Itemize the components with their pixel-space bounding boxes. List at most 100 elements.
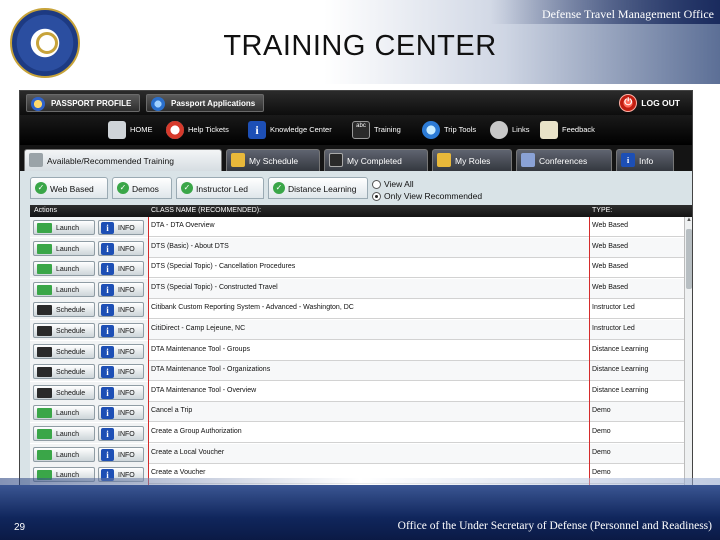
tab-available-training[interactable]: Available/Recommended Training [24,149,222,171]
scroll-up-icon[interactable]: ▲ [685,217,692,226]
class-name: DTS (Basic) - About DTS [151,242,229,250]
info-label: INFO [118,286,135,294]
info-button[interactable]: i INFO [98,281,144,297]
info-label: INFO [118,307,135,315]
class-name: Cancel a Trip [151,407,193,415]
nav-knowledge-center-label: Knowledge Center [270,125,332,134]
info-icon: i [101,366,114,379]
info-icon: i [248,121,266,139]
nav-training[interactable]: abc Training [352,119,401,141]
info-button[interactable]: i INFO [98,384,144,400]
tab-my-completed[interactable]: My Completed [324,149,428,171]
class-type: Web Based [592,242,629,250]
nav-home[interactable]: HOME [108,119,153,141]
tab-info[interactable]: i Info [616,149,674,171]
info-button[interactable]: i INFO [98,446,144,462]
info-icon: i [101,283,114,296]
info-button[interactable]: i INFO [98,220,144,235]
info-icon: i [101,428,114,440]
passport-profile-button[interactable]: PASSPORT PROFILE [26,94,141,112]
subtab-web-based[interactable]: ✓ Web Based [30,177,108,199]
nav-knowledge-center[interactable]: i Knowledge Center [248,119,332,141]
check-icon: ✓ [117,182,129,194]
info-button[interactable]: i INFO [98,426,144,441]
nav-links[interactable]: Links [490,119,530,141]
info-button[interactable]: i INFO [98,323,144,338]
col-class-name[interactable]: CLASS NAME (RECOMMENDED): [151,205,261,217]
info-button[interactable]: i INFO [98,261,144,277]
nav-trip-tools-label: Trip Tools [444,125,477,134]
subtab-demos[interactable]: ✓ Demos [112,177,172,199]
table-row: Schedule i INFO Citibank Custom Reporting S… [30,299,684,320]
top-bar: PASSPORT PROFILE Passport Applications ⏻… [20,91,692,115]
schedule-button[interactable]: Schedule [33,323,95,338]
tab-my-schedule[interactable]: My Schedule [226,149,320,171]
info-icon: i [101,242,114,255]
launch-button[interactable]: Launch [33,405,95,421]
chalkboard-icon [37,346,52,357]
subtab-instructor-led[interactable]: ✓ Instructor Led [176,177,264,199]
table-row: Launch i INFO Create a Group Authorization D… [30,423,684,443]
only-recommended-radio[interactable]: Only View Recommended [372,191,482,201]
launch-icon [37,429,52,439]
launch-button[interactable]: Launch [33,261,95,277]
info-icon: i [101,304,114,317]
tab-my-schedule-label: My Schedule [249,156,299,166]
check-icon: ✓ [181,182,193,194]
chalkboard-icon [37,367,52,378]
nav-training-label: Training [374,125,401,134]
info-icon: i [101,325,114,337]
info-button[interactable]: i INFO [98,405,144,421]
schedule-button[interactable]: Schedule [33,384,95,400]
schedule-button[interactable]: Schedule [33,343,95,359]
table-row: Launch i INFO DTS (Special Topic) - Constru… [30,278,684,299]
pencil-icon [29,153,43,167]
info-label: INFO [118,328,135,335]
launch-icon [37,223,52,233]
launch-button[interactable]: Launch [33,446,95,462]
launch-button[interactable]: Launch [33,426,95,441]
schedule-button[interactable]: Schedule [33,302,95,318]
class-type: Web Based [592,283,629,291]
passport-applications-button[interactable]: Passport Applications [146,94,265,112]
info-button[interactable]: i INFO [98,302,144,318]
view-all-radio[interactable]: View All [372,179,414,189]
subtab-demos-label: Demos [132,184,159,194]
info-button[interactable]: i INFO [98,240,144,256]
subtab-distance-learning-label: Distance Learning [288,184,357,194]
nav-feedback-label: Feedback [562,125,595,134]
info-icon: i [101,222,114,234]
info-label: INFO [118,245,135,253]
logout-button[interactable]: ⏻ LOG OUT [617,94,686,112]
actions-cell: Launch i INFO [30,278,148,299]
launch-button[interactable]: Launch [33,240,95,256]
info-icon: i [101,263,114,276]
launch-button[interactable]: Launch [33,220,95,235]
launch-button[interactable]: Launch [33,281,95,297]
nav-feedback[interactable]: Feedback [540,119,595,141]
table-row: Launch i INFO Create a Local Voucher Demo [30,443,684,464]
grid-scrollbar[interactable]: ▲ [684,217,692,487]
info-button[interactable]: i INFO [98,364,144,380]
actions-cell: Launch i INFO [30,258,148,279]
roles-icon [437,153,451,167]
scroll-thumb[interactable] [686,229,692,289]
table-row: Launch i INFO DTS (Basic) - About DTS Web Ba… [30,237,684,258]
main-nav: HOME Help Tickets i Knowledge Center abc… [20,115,692,145]
nav-trip-tools[interactable]: Trip Tools [422,119,476,141]
class-type: Distance Learning [592,366,649,374]
tab-my-roles[interactable]: My Roles [432,149,512,171]
chalkboard-icon [37,387,52,398]
home-icon [108,121,126,139]
view-all-label: View All [384,179,414,189]
info-button[interactable]: i INFO [98,343,144,359]
app-window: PASSPORT PROFILE Passport Applications ⏻… [19,90,693,488]
col-type[interactable]: TYPE: [592,205,612,217]
tab-conferences[interactable]: Conferences [516,149,612,171]
nav-help-tickets[interactable]: Help Tickets [166,119,229,141]
subtab-distance-learning[interactable]: ✓ Distance Learning [268,177,368,199]
schedule-button[interactable]: Schedule [33,364,95,380]
class-name: Citibank Custom Reporting System - Advan… [151,304,354,312]
class-type: Instructor Led [592,325,635,332]
column-divider [148,217,149,487]
